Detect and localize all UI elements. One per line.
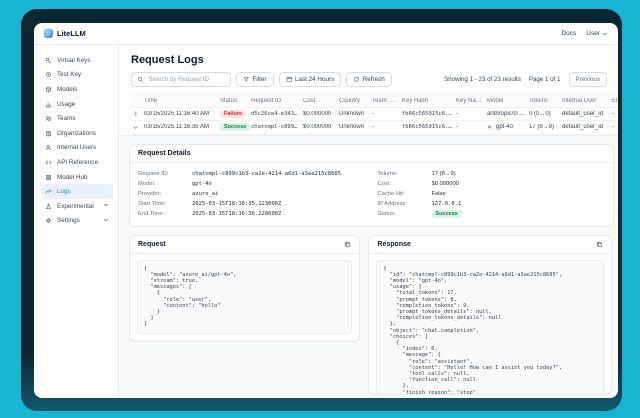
model-provider-icon [487, 124, 493, 130]
chevron-down-icon [103, 202, 109, 210]
sidebar-item-usage[interactable]: Usage [41, 97, 113, 112]
time-range-button[interactable]: Last 24 Hours [279, 72, 342, 87]
col-team-name: Team Name [372, 98, 402, 104]
sidebar-item-experimental[interactable]: Experimental [41, 199, 113, 214]
litellm-logo[interactable]: LiteLLM [44, 29, 86, 38]
filter-button[interactable]: Filter [236, 72, 274, 87]
search-input[interactable] [147, 75, 226, 84]
sidebar-item-settings[interactable]: Settings [41, 214, 113, 229]
col-internal-user: Internal User [562, 98, 612, 104]
request-details-card: Request Details Request ID:chatcmpl-c899… [129, 144, 614, 227]
brand-name: LiteLLM [57, 29, 86, 38]
browser-window: LiteLLM Docs User Virtual Keys Test Key [21, 9, 622, 411]
refresh-button[interactable]: Refresh [346, 72, 392, 87]
status-badge: Failure [220, 110, 246, 118]
test-key-icon [45, 71, 52, 78]
sidebar-item-organizations[interactable]: Organizations [41, 126, 113, 141]
sidebar: Virtual Keys Test Key Models Usage Teams… [34, 45, 118, 398]
col-model: Model [487, 98, 529, 104]
user-menu[interactable]: User [586, 30, 608, 37]
request-id-value: chatcmpl-c899c1b3-ca2e-4214-a6d1-a3ae215… [192, 171, 341, 177]
sidebar-item-logs[interactable]: Logs [41, 184, 113, 199]
response-json[interactable]: { "id": "chatcmpl-c899c1b3-ca2e-4214-a6d… [376, 260, 604, 395]
api-reference-icon [45, 159, 52, 166]
experimental-icon [45, 203, 52, 210]
request-panel-title: Request [138, 241, 166, 248]
col-time: Time [144, 98, 220, 104]
provider-value: azure_ai [192, 191, 219, 197]
expanded-row-detail: Request Details Request ID:chatcmpl-c899… [119, 135, 618, 399]
sidebar-item-api-reference[interactable]: API Reference [41, 155, 113, 170]
end-time-value: 2025-03-15T18:16:36.228000Z [192, 211, 281, 217]
user-menu-label: User [586, 30, 600, 37]
sidebar-item-model-hub[interactable]: Model Hub [41, 170, 113, 185]
model-hub-icon [45, 174, 52, 181]
model-value: gpt-4o [192, 181, 212, 187]
table-row-expanded[interactable]: 03/15/2025 11:16:35 AM Success chatcmpl-… [131, 121, 618, 135]
logs-table: Time Status Request ID Cost Country Team… [131, 94, 618, 135]
results-count: Showing 1 - 23 of 23 results [444, 76, 521, 83]
copy-icon[interactable] [344, 241, 351, 248]
table-row[interactable]: 03/15/2025 11:16:40 AM Failure d5c26ce4-… [131, 108, 618, 122]
col-request-id: Request ID [251, 98, 303, 104]
toolbar: Filter Last 24 Hours Refresh Showing 1 -… [131, 72, 612, 87]
tokens-value: 17 (8→9) [432, 171, 456, 177]
col-country: Country [339, 98, 372, 104]
copy-icon[interactable] [596, 241, 603, 248]
request-json[interactable]: { "model": "azure_ai/gpt-4o", "stream": … [137, 260, 352, 334]
response-panel-title: Response [377, 241, 410, 248]
sidebar-item-teams[interactable]: Teams [41, 111, 113, 126]
table-header: Time Status Request ID Cost Country Team… [131, 94, 618, 108]
litellm-app: LiteLLM Docs User Virtual Keys Test Key [34, 23, 618, 398]
cost-value: $0.000000 [432, 181, 459, 187]
sidebar-item-models[interactable]: Models [41, 82, 113, 97]
status-badge: Success [432, 210, 462, 218]
col-cost: Cost [303, 98, 339, 104]
logs-icon [45, 188, 52, 195]
filter-icon [243, 76, 250, 83]
sidebar-item-internal-users[interactable]: Internal Users [41, 141, 113, 156]
col-end-user: End User [612, 98, 618, 104]
ip-address-value: 127.0.0.1 [432, 201, 462, 207]
request-panel: Request { "model": "azure_ai/gpt-4o", "s… [129, 235, 360, 342]
collapse-row-icon[interactable] [131, 124, 144, 131]
calendar-icon [286, 76, 293, 83]
expand-row-icon[interactable] [131, 110, 144, 117]
previous-page-button[interactable]: Previous [569, 72, 608, 87]
response-panel: Response { "id": "chatcmpl-c899c1b3-ca2e… [368, 235, 612, 395]
models-icon [45, 86, 52, 93]
col-status: Status [220, 98, 251, 104]
search-icon [137, 76, 144, 83]
refresh-icon [353, 76, 360, 83]
litellm-logo-icon [44, 29, 53, 38]
chevron-down-icon [602, 31, 608, 37]
internal-users-icon [45, 144, 52, 151]
docs-link[interactable]: Docs [561, 30, 576, 37]
organization-icon [45, 130, 52, 137]
top-navbar: LiteLLM Docs User [34, 23, 618, 45]
teams-icon [45, 115, 52, 122]
col-tokens: Tokens [529, 98, 562, 104]
chevron-down-icon [103, 217, 109, 225]
status-badge: Success [220, 123, 250, 131]
main-content: Request Logs Filter Last 24 Hours Refres… [118, 45, 618, 398]
cache-hit-value: False [432, 191, 446, 197]
sidebar-item-virtual-keys[interactable]: Virtual Keys [41, 53, 113, 68]
sidebar-item-test-key[interactable]: Test Key [41, 68, 113, 83]
page-indicator: Page 1 of 1 [529, 76, 561, 83]
key-icon [45, 57, 52, 64]
request-details-title: Request Details [138, 150, 191, 157]
start-time-value: 2025-03-15T18:16:35.123000Z [192, 201, 281, 207]
usage-icon [45, 101, 52, 108]
col-key-name: Key Name [456, 98, 487, 104]
search-box[interactable] [131, 72, 231, 87]
desktop-background: LiteLLM Docs User Virtual Keys Test Key [0, 0, 640, 418]
page-title: Request Logs [131, 54, 618, 66]
gear-icon [45, 217, 52, 224]
col-key-hash: Key Hash [402, 98, 456, 104]
